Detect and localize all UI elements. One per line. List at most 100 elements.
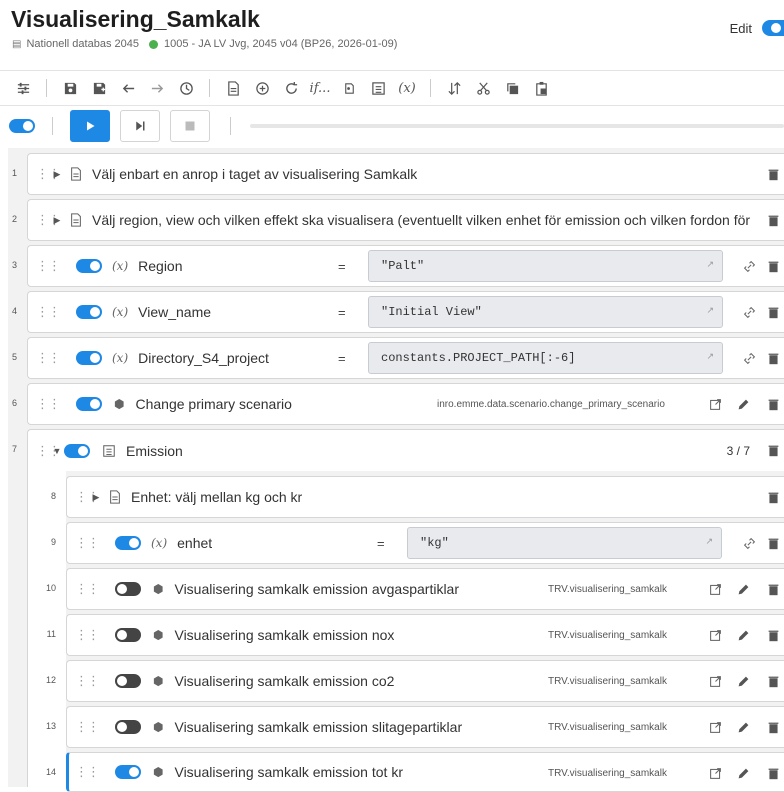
enable-toggle[interactable] (115, 536, 141, 550)
enable-toggle[interactable] (76, 305, 102, 319)
enable-toggle[interactable] (76, 351, 102, 365)
add-comment-icon[interactable] (222, 77, 244, 99)
expand-icon[interactable]: ↗ (706, 352, 714, 362)
expand-caret-icon[interactable]: ▶ (50, 169, 64, 180)
open-external-icon[interactable] (706, 718, 724, 736)
undo-arrow-icon[interactable] (117, 77, 139, 99)
add-tool-icon[interactable] (251, 77, 273, 99)
expand-icon[interactable]: ↗ (706, 306, 714, 316)
database-name[interactable]: Nationell databas 2045 (26, 38, 139, 50)
list-item[interactable]: ⋮⋮ ⬢ Visualisering samkalk emission slit… (66, 706, 784, 748)
drag-handle-icon[interactable]: ⋮⋮ (75, 764, 100, 780)
edit-pencil-icon[interactable] (734, 626, 752, 644)
collapse-caret-icon[interactable]: ▼ (50, 446, 64, 456)
expand-icon[interactable]: ↗ (706, 260, 714, 270)
trash-icon[interactable] (764, 257, 782, 275)
sort-icon[interactable] (443, 77, 465, 99)
expand-caret-icon[interactable]: ▶ (89, 492, 103, 503)
open-external-icon[interactable] (706, 395, 724, 413)
open-external-icon[interactable] (706, 580, 724, 598)
drag-handle-icon[interactable]: ⋮⋮ (75, 489, 100, 505)
list-item[interactable]: ⋮⋮ ⬢ Visualisering samkalk emission co2 … (66, 660, 784, 702)
link-icon[interactable] (740, 349, 758, 367)
link-icon[interactable] (740, 257, 758, 275)
scenario-name[interactable]: 1005 - JA LV Jvg, 2045 v04 (BP26, 2026-0… (164, 38, 397, 50)
add-loop-icon[interactable] (280, 77, 302, 99)
enable-toggle[interactable] (115, 674, 141, 688)
drag-handle-icon[interactable]: ⋮⋮ (75, 719, 100, 735)
value-field[interactable]: "Palt" ↗ (368, 250, 723, 282)
drag-handle-icon[interactable]: ⋮⋮ (36, 212, 61, 228)
drag-handle-icon[interactable]: ⋮⋮ (36, 396, 61, 412)
enable-toggle[interactable] (76, 259, 102, 273)
list-item[interactable]: ⋮⋮ ▶ Välj region, view och vilken effekt… (27, 199, 784, 241)
trash-icon[interactable] (764, 534, 782, 552)
drag-handle-icon[interactable]: ⋮⋮ (75, 627, 100, 643)
add-group-icon[interactable] (367, 77, 389, 99)
trash-icon[interactable] (764, 718, 782, 736)
list-item[interactable]: ⋮⋮ (x) enhet = "kg" ↗ (66, 522, 784, 564)
drag-handle-icon[interactable]: ⋮⋮ (36, 350, 61, 366)
trash-icon[interactable] (764, 764, 782, 782)
list-item[interactable]: ⋮⋮ (x) View_name = "Initial View" ↗ (27, 291, 784, 333)
add-python-icon[interactable] (338, 77, 360, 99)
drag-handle-icon[interactable]: ⋮⋮ (36, 258, 61, 274)
enable-toggle[interactable] (115, 628, 141, 642)
drag-handle-icon[interactable]: ⋮⋮ (75, 581, 100, 597)
list-item[interactable]: ⋮⋮ ⬢ Visualisering samkalk emission nox … (66, 614, 784, 656)
drag-handle-icon[interactable]: ⋮⋮ (36, 304, 61, 320)
link-icon[interactable] (740, 303, 758, 321)
expand-caret-icon[interactable]: ▶ (50, 215, 64, 226)
link-icon[interactable] (740, 534, 758, 552)
list-item[interactable]: ⋮⋮ (x) Directory_S4_project = constants.… (27, 337, 784, 379)
drag-handle-icon[interactable]: ⋮⋮ (36, 443, 61, 459)
enable-toggle[interactable] (115, 720, 141, 734)
enable-toggle[interactable] (64, 443, 90, 458)
value-field[interactable]: "Initial View" ↗ (368, 296, 723, 328)
list-item[interactable]: ⋮⋮ ⬢ Change primary scenario inro.emme.d… (27, 383, 784, 425)
enable-toggle[interactable] (76, 397, 102, 411)
cut-icon[interactable] (472, 77, 494, 99)
history-icon[interactable] (175, 77, 197, 99)
drag-handle-icon[interactable]: ⋮⋮ (75, 673, 100, 689)
list-item[interactable]: ⋮⋮ (x) Region = "Palt" ↗ (27, 245, 784, 287)
trash-icon[interactable] (764, 211, 782, 229)
edit-pencil-icon[interactable] (734, 764, 752, 782)
list-item[interactable]: ⋮⋮ ▶ Enhet: välj mellan kg och kr (66, 476, 784, 518)
value-field[interactable]: constants.PROJECT_PATH[:-6] ↗ (368, 342, 723, 374)
run-button[interactable] (70, 110, 110, 142)
edit-pencil-icon[interactable] (734, 718, 752, 736)
open-external-icon[interactable] (706, 672, 724, 690)
edit-toggle[interactable] (762, 20, 784, 36)
sliders-icon[interactable] (12, 77, 34, 99)
copy-icon[interactable] (501, 77, 523, 99)
trash-icon[interactable] (764, 395, 782, 413)
edit-pencil-icon[interactable] (734, 395, 752, 413)
drag-handle-icon[interactable]: ⋮⋮ (36, 166, 61, 182)
trash-icon[interactable] (764, 349, 782, 367)
redo-arrow-icon[interactable] (146, 77, 168, 99)
trash-icon[interactable] (764, 165, 782, 183)
trash-icon[interactable] (764, 626, 782, 644)
step-button[interactable] (120, 110, 160, 142)
add-condition-icon[interactable]: if... (309, 77, 331, 99)
edit-pencil-icon[interactable] (734, 580, 752, 598)
trash-icon[interactable] (764, 441, 782, 459)
run-mode-toggle[interactable] (9, 119, 35, 133)
list-item[interactable]: ⋮⋮ ⬢ Visualisering samkalk emission avga… (66, 568, 784, 610)
enable-toggle[interactable] (115, 765, 141, 779)
value-field[interactable]: "kg" ↗ (407, 527, 722, 559)
expand-icon[interactable]: ↗ (705, 537, 713, 547)
save-as-icon[interactable] (88, 77, 110, 99)
save-icon[interactable] (59, 77, 81, 99)
stop-button[interactable] (170, 110, 210, 142)
open-external-icon[interactable] (706, 764, 724, 782)
trash-icon[interactable] (764, 672, 782, 690)
trash-icon[interactable] (764, 303, 782, 321)
paste-icon[interactable] (530, 77, 552, 99)
trash-icon[interactable] (764, 580, 782, 598)
list-item-active[interactable]: ⋮⋮ ⬢ Visualisering samkalk emission tot … (66, 752, 784, 792)
group-item[interactable]: ⋮⋮ ▼ Emission 3 / 7 (27, 429, 784, 471)
open-external-icon[interactable] (706, 626, 724, 644)
drag-handle-icon[interactable]: ⋮⋮ (75, 535, 100, 551)
